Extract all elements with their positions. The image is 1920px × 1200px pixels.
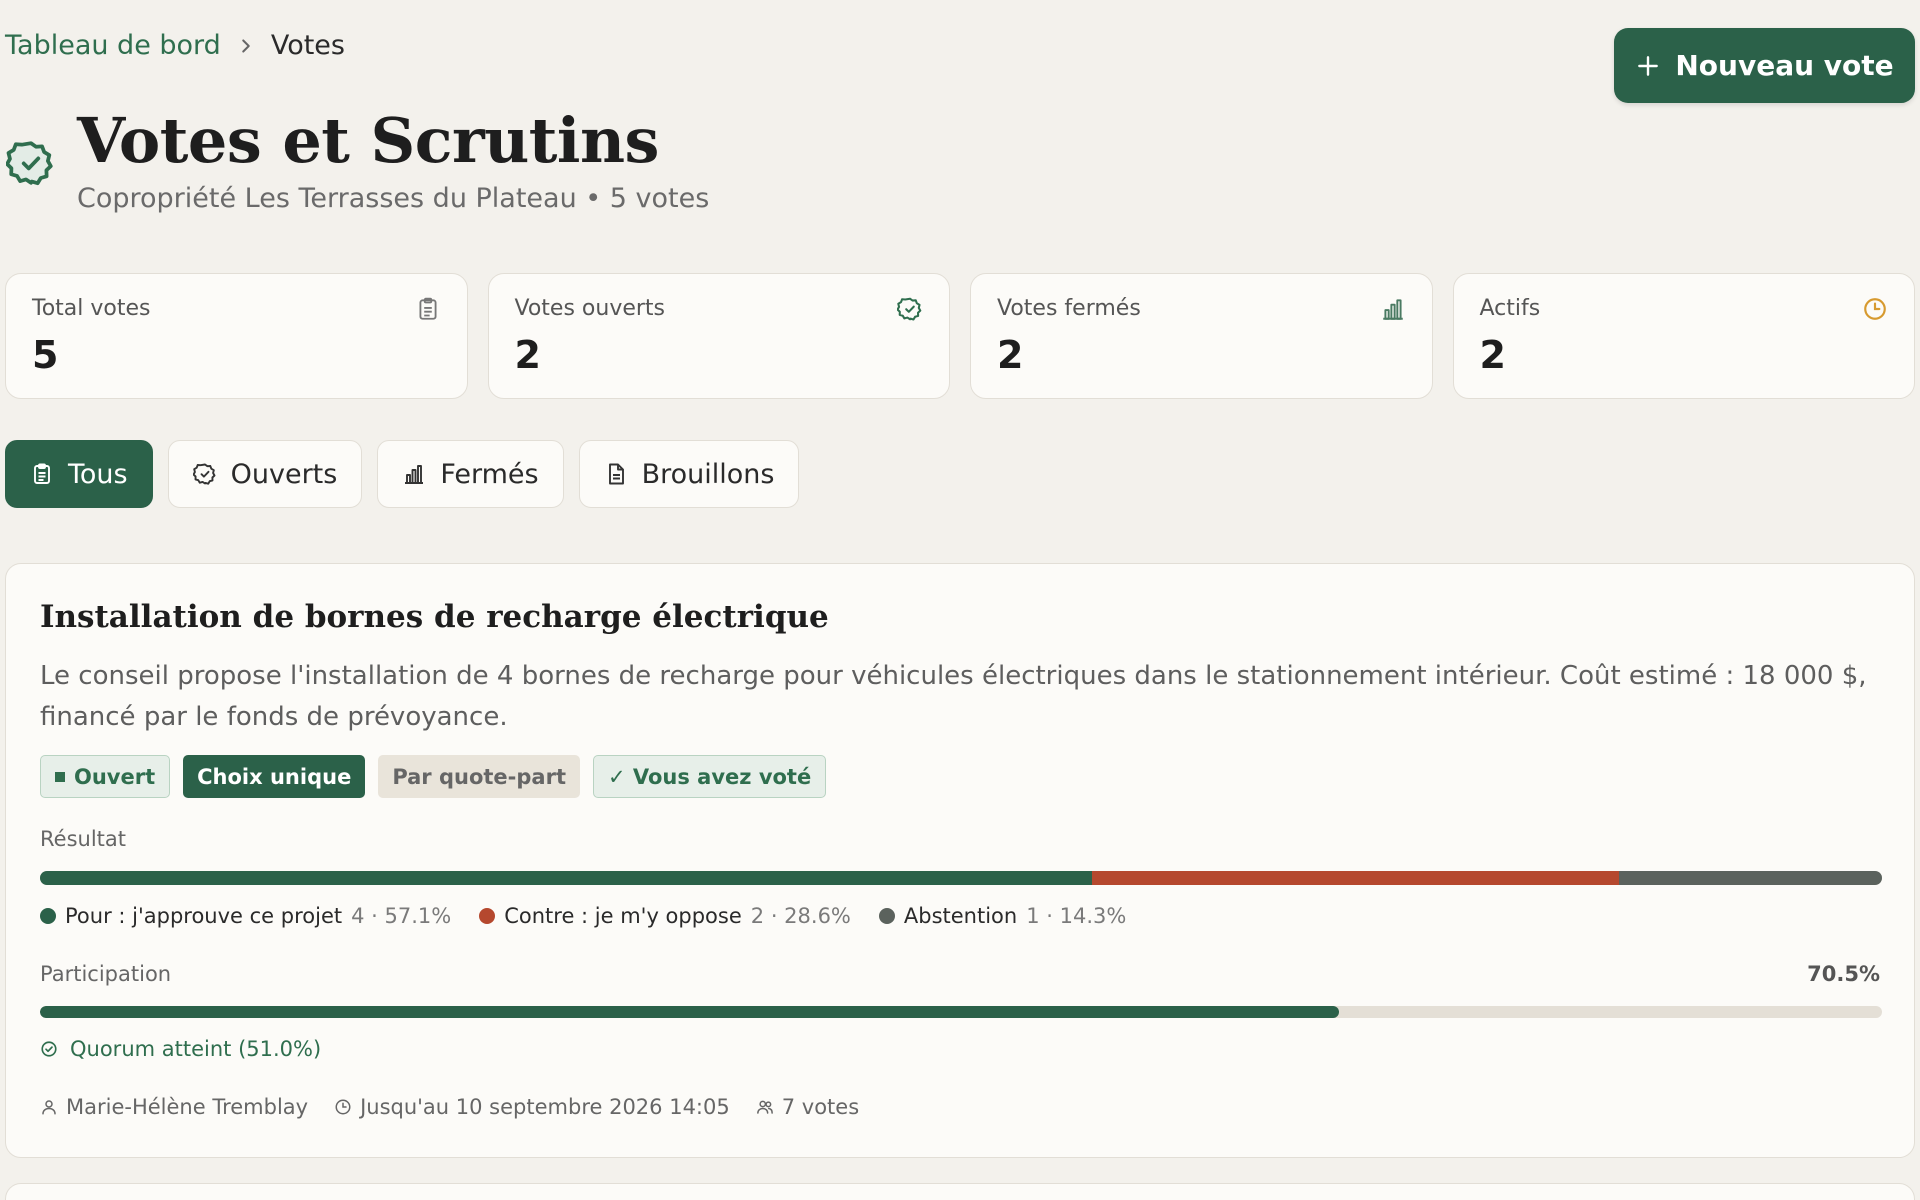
- page-subtitle: Copropriété Les Terrasses du Plateau • 5…: [77, 183, 710, 214]
- legend-stat: 4 · 57.1%: [351, 904, 452, 928]
- participation-value: 70.5%: [1807, 962, 1880, 986]
- result-legend: Pour : j'approuve ce projet 4 · 57.1% Co…: [40, 904, 1126, 928]
- result-bar-segment: [1618, 871, 1882, 885]
- stat-label: Votes fermés: [997, 296, 1141, 321]
- clock-icon: [1864, 298, 1886, 320]
- check-circle-icon: [41, 1041, 57, 1057]
- result-bar-segment: [40, 871, 1092, 885]
- stat-label: Total votes: [32, 296, 151, 321]
- legend-stat: 2 · 28.6%: [750, 904, 851, 928]
- legend-dot-abstain: [878, 908, 895, 924]
- stat-value: 2: [1479, 333, 1506, 377]
- chevron-right-icon: [235, 35, 257, 57]
- bar-chart-icon: [1382, 299, 1403, 320]
- stat-card-closed: Votes fermés 2: [970, 273, 1433, 399]
- legend-dot-for: [40, 908, 56, 924]
- document-icon: [608, 463, 624, 485]
- participation-bar: [40, 1006, 1882, 1018]
- badge-check-icon: [192, 463, 216, 485]
- tab-closed[interactable]: Fermés: [377, 440, 564, 508]
- stat-value: 2: [997, 333, 1024, 377]
- vote-meta: Marie-Hélène Tremblay Jusqu'au 10 septem…: [40, 1095, 859, 1119]
- legend-name: Abstention: [903, 904, 1018, 928]
- users-icon: [756, 1100, 773, 1114]
- bar-chart-icon: [405, 465, 424, 484]
- breadcrumb: Tableau de bord Votes: [5, 30, 345, 61]
- plus-icon: [1635, 53, 1661, 79]
- status-badge-label: Ouvert: [74, 764, 156, 789]
- user-icon: [42, 1100, 56, 1115]
- quorum-text: Quorum atteint (51.0%): [70, 1037, 322, 1061]
- stat-card-open: Votes ouverts 2: [487, 273, 950, 399]
- legend-item-abstain: Abstention 1 · 14.3%: [878, 904, 1127, 928]
- stat-label: Votes ouverts: [514, 296, 666, 321]
- tab-label: Tous: [68, 458, 128, 490]
- clipboard-icon: [418, 297, 437, 320]
- participation-label: Participation: [40, 962, 172, 986]
- meta-deadline: Jusqu'au 10 septembre 2026 14:05: [334, 1095, 730, 1119]
- legend-item-for: Pour : j'approuve ce projet 4 · 57.1%: [40, 904, 451, 928]
- square-icon: [55, 771, 65, 782]
- author-name: Marie-Hélène Tremblay: [66, 1095, 309, 1119]
- vote-card[interactable]: Installation de bornes de recharge élect…: [5, 563, 1915, 1158]
- legend-stat: 1 · 14.3%: [1026, 904, 1127, 928]
- stat-card-active: Actifs 2: [1452, 273, 1915, 399]
- new-vote-button[interactable]: Nouveau vote: [1614, 28, 1915, 103]
- meta-votes-count: 7 votes: [756, 1095, 859, 1119]
- tab-drafts[interactable]: Brouillons: [578, 440, 800, 508]
- result-bar-segment: [1091, 871, 1619, 885]
- result-bar: [40, 871, 1882, 885]
- stat-value: 2: [514, 333, 541, 377]
- choice-type-badge: Choix unique: [183, 755, 366, 798]
- vote-description: Le conseil propose l'installation de 4 b…: [40, 661, 1867, 732]
- vote-card[interactable]: [5, 1183, 1915, 1200]
- participation-bar-fill: [40, 1006, 1339, 1018]
- filter-tabs: Tous Ouverts Fermés Brouillons: [5, 440, 800, 508]
- legend-item-against: Contre : je m'y oppose 2 · 28.6%: [479, 904, 851, 928]
- legend-name: Pour : j'approuve ce projet: [65, 904, 343, 928]
- weighting-badge: Par quote-part: [378, 755, 580, 798]
- stat-value: 5: [32, 333, 59, 377]
- vote-badges: Ouvert Choix unique Par quote-part ✓ Vou…: [40, 755, 827, 798]
- tab-label: Ouverts: [230, 458, 338, 490]
- badge-check-icon: [6, 141, 53, 186]
- page-title: Votes et Scrutins: [77, 104, 659, 177]
- stats-row: Total votes 5 Votes ouverts 2 Votes ferm…: [5, 273, 1915, 399]
- stat-card-total: Total votes 5: [5, 273, 468, 399]
- badge-check-icon: [897, 297, 922, 321]
- tab-label: Fermés: [440, 458, 539, 490]
- tab-label: Brouillons: [641, 458, 775, 490]
- deadline-text: Jusqu'au 10 septembre 2026 14:05: [360, 1095, 730, 1119]
- quorum-status: Quorum atteint (51.0%): [40, 1037, 321, 1061]
- status-badge: Ouvert: [40, 755, 171, 798]
- voted-badge: ✓ Vous avez voté: [592, 755, 827, 798]
- clipboard-icon: [34, 463, 50, 484]
- tab-all[interactable]: Tous: [5, 440, 153, 508]
- breadcrumb-link-dashboard[interactable]: Tableau de bord: [5, 30, 221, 61]
- stat-label: Actifs: [1479, 296, 1541, 321]
- meta-author: Marie-Hélène Tremblay: [40, 1095, 308, 1119]
- legend-name: Contre : je m'y oppose: [504, 904, 742, 928]
- vote-title[interactable]: Installation de bornes de recharge élect…: [40, 599, 829, 635]
- votes-count: 7 votes: [781, 1095, 860, 1119]
- result-label: Résultat: [40, 827, 126, 851]
- legend-dot-against: [479, 908, 496, 924]
- breadcrumb-current: Votes: [270, 30, 345, 61]
- tab-open[interactable]: Ouverts: [167, 440, 363, 508]
- new-vote-label: Nouveau vote: [1675, 49, 1894, 82]
- clock-icon: [335, 1099, 351, 1115]
